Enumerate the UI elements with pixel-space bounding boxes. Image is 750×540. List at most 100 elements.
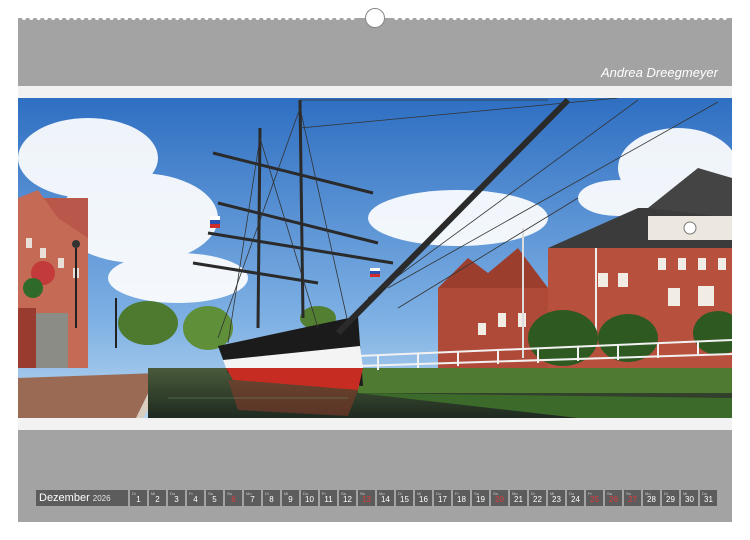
- binding-hole: [708, 16, 713, 20]
- hanger-hole: [365, 8, 385, 28]
- binding-hole: [430, 16, 435, 20]
- binding-hole: [700, 16, 705, 20]
- month-name: Dezember: [39, 492, 90, 504]
- binding-hole: [43, 16, 48, 20]
- weekday-abbr: Mi: [550, 491, 555, 496]
- weekday-abbr: Mi: [417, 491, 422, 496]
- day-cell: Mo 14: [377, 490, 394, 506]
- binding-hole: [284, 16, 289, 20]
- day-number: 27: [628, 495, 637, 504]
- binding-hole: [197, 16, 202, 20]
- day-number: 24: [571, 495, 580, 504]
- day-cell: So 27: [624, 490, 641, 506]
- binding-hole: [255, 16, 260, 20]
- day-cell: Fr 11: [320, 490, 337, 506]
- day-number: 28: [647, 495, 656, 504]
- year-label: 2026: [92, 493, 111, 503]
- day-number: 11: [324, 495, 333, 504]
- day-cell: Do 10: [301, 490, 318, 506]
- binding-hole: [262, 16, 267, 20]
- wall-calendar-page: Andrea Dreegmeyer Dezember 2026 Di 1 Mi …: [18, 8, 732, 522]
- binding-hole: [219, 16, 224, 20]
- weekday-abbr: Sa: [607, 491, 612, 496]
- photographer-credit: Andrea Dreegmeyer: [600, 65, 718, 80]
- day-number: 29: [666, 495, 675, 504]
- day-cell: Do 17: [434, 490, 451, 506]
- day-number: 14: [381, 495, 390, 504]
- binding-hole: [116, 16, 121, 20]
- weekday-abbr: Fr: [322, 491, 326, 496]
- binding-hole: [481, 16, 486, 20]
- day-cell: Mo 21: [510, 490, 527, 506]
- binding-hole: [29, 16, 34, 20]
- day-cell: Mo 7: [244, 490, 261, 506]
- day-number: 20: [495, 495, 504, 504]
- binding-hole: [511, 16, 516, 20]
- day-cell: Mi 9: [282, 490, 299, 506]
- calendar-day-strip: Dezember 2026 Di 1 Mi 2 Do 3 Fr 4 Sa 5 So 6 Mo 7 Di 8 Mi…: [36, 490, 717, 506]
- day-number: 3: [174, 495, 179, 504]
- day-number: 1: [136, 495, 141, 504]
- day-number: 6: [231, 495, 236, 504]
- day-number: 23: [552, 495, 561, 504]
- day-number: 10: [305, 495, 314, 504]
- day-cell: Di 22: [529, 490, 546, 506]
- day-number: 2: [155, 495, 160, 504]
- day-cell: Sa 12: [339, 490, 356, 506]
- binding-hole: [554, 16, 559, 20]
- day-cell: Fr 18: [453, 490, 470, 506]
- binding-hole: [277, 16, 282, 20]
- day-number: 5: [212, 495, 217, 504]
- binding-hole: [160, 16, 165, 20]
- weekday-abbr: Di: [132, 491, 136, 496]
- binding-hole: [189, 16, 194, 20]
- binding-hole: [36, 16, 41, 20]
- binding-hole: [138, 16, 143, 20]
- day-cell: Di 8: [263, 490, 280, 506]
- binding-hole: [540, 16, 545, 20]
- binding-hole: [445, 16, 450, 20]
- binding-hole: [489, 16, 494, 20]
- binding-hole: [51, 16, 56, 20]
- weekday-abbr: Do: [303, 491, 309, 496]
- binding-hole: [226, 16, 231, 20]
- day-cell: Sa 26: [605, 490, 622, 506]
- weekday-abbr: Sa: [341, 491, 346, 496]
- day-number: 18: [457, 495, 466, 504]
- day-number: 12: [343, 495, 352, 504]
- weekday-abbr: Di: [531, 491, 535, 496]
- day-cell: Di 29: [662, 490, 679, 506]
- weekday-abbr: Di: [398, 491, 402, 496]
- weekday-abbr: So: [227, 491, 232, 496]
- binding-hole: [233, 16, 238, 20]
- day-number: 7: [250, 495, 255, 504]
- binding-hole: [664, 16, 669, 20]
- weekday-abbr: Di: [664, 491, 668, 496]
- weekday-abbr: Mi: [284, 491, 289, 496]
- day-number: 17: [438, 495, 447, 504]
- binding-hole: [335, 16, 340, 20]
- weekday-abbr: So: [360, 491, 365, 496]
- weekday-abbr: Sa: [474, 491, 479, 496]
- binding-hole: [343, 16, 348, 20]
- day-cell: So 6: [225, 490, 242, 506]
- binding-hole: [95, 16, 99, 20]
- weekday-abbr: Di: [265, 491, 269, 496]
- binding-hole: [146, 16, 151, 20]
- weekday-abbr: Do: [702, 491, 708, 496]
- binding-hole: [299, 16, 304, 20]
- day-cell: Di 1: [130, 490, 147, 506]
- binding-hole: [467, 16, 472, 20]
- binding-hole: [80, 16, 85, 20]
- weekday-abbr: Mi: [683, 491, 688, 496]
- day-cell: Do 24: [567, 490, 584, 506]
- binding-hole: [620, 16, 625, 20]
- binding-hole: [328, 16, 333, 20]
- binding-hole: [241, 16, 245, 20]
- weekday-abbr: Mo: [512, 491, 518, 496]
- weekday-abbr: Do: [170, 491, 176, 496]
- weekday-abbr: Fr: [455, 491, 459, 496]
- weekday-abbr: Do: [569, 491, 575, 496]
- binding-hole: [423, 16, 428, 20]
- binding-hole: [598, 16, 603, 20]
